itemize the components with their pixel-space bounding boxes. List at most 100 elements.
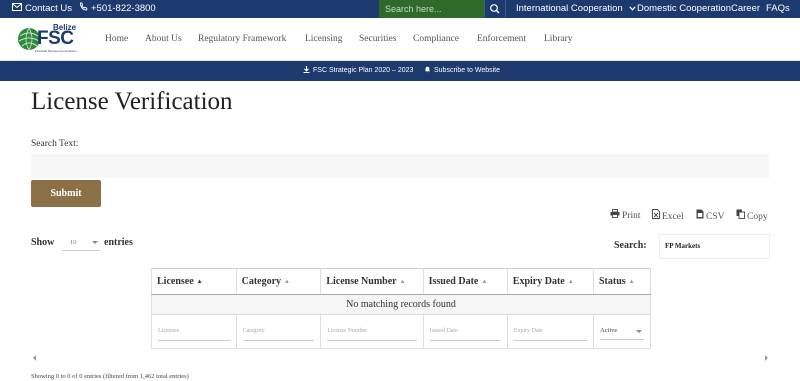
table-search-input[interactable]: FP Markets — [659, 234, 770, 259]
table-search-label: Search: — [614, 240, 647, 251]
column-header-expiry-date[interactable]: Expiry Date ▲ — [506, 268, 594, 295]
entries-length-value: 10 — [70, 239, 77, 246]
filter-licensee-input[interactable]: Licensee — [158, 323, 230, 341]
print-button[interactable]: Print — [610, 209, 640, 221]
filter-license-number-input[interactable]: License Number — [327, 323, 417, 341]
sort-icon: ▲ — [284, 278, 290, 285]
copy-icon — [736, 209, 745, 222]
nav-item-regulatory-framework[interactable]: Regulatory Framework — [198, 34, 286, 44]
faqs-link[interactable]: FAQs — [766, 0, 790, 18]
empty-message: No matching records found — [151, 294, 651, 315]
sort-icon: ▲ — [567, 278, 574, 285]
domestic-cooperation-link[interactable]: Domestic Cooperation — [637, 0, 731, 18]
main-nav: Belize FSC Financial Services Commission… — [0, 18, 800, 61]
print-label: Print — [622, 211, 641, 221]
show-label: Show — [31, 237, 55, 248]
csv-label: CSV — [706, 212, 725, 222]
horizontal-scrollbar[interactable] — [31, 355, 770, 361]
nav-item-securities[interactable]: Securities — [359, 34, 396, 44]
filter-issued-date-input[interactable]: Issued Date — [429, 323, 501, 341]
strategic-plan-label: FSC Strategic Plan 2020 – 2023 — [313, 67, 414, 74]
column-filter-row: Licensee Category License Number Issued … — [151, 314, 652, 349]
column-header-licensee[interactable]: Licensee ▲ — [151, 268, 237, 295]
nav-item-home[interactable]: Home — [105, 34, 128, 44]
phone-number: +501-822-3800 — [91, 3, 156, 14]
entries-length-select[interactable]: 10 — [62, 236, 100, 251]
top-bar: Contact Us +501-822-3800 International C… — [0, 0, 800, 18]
logo-tagline: Financial Services Commission — [35, 49, 77, 53]
scroll-left-icon[interactable] — [33, 355, 36, 361]
subscribe-label: Subscribe to Website — [434, 67, 501, 74]
scroll-right-icon[interactable] — [765, 355, 768, 361]
excel-file-icon — [652, 209, 660, 222]
column-header-status[interactable]: Status ▲ — [592, 268, 652, 295]
search-text-input[interactable] — [31, 154, 769, 178]
filter-status-select[interactable]: Active — [599, 324, 644, 340]
download-icon — [303, 62, 310, 82]
copy-label: Copy — [747, 212, 768, 222]
excel-button[interactable]: Excel — [652, 209, 684, 222]
bell-icon — [424, 62, 431, 82]
international-cooperation-menu[interactable]: International Cooperation — [516, 0, 636, 18]
fsc-logo[interactable]: Belize FSC Financial Services Commission — [16, 23, 84, 56]
column-label: Licensee — [157, 276, 194, 287]
contact-link[interactable]: Contact Us — [12, 0, 72, 18]
column-label: Issued Date — [428, 276, 479, 287]
strategic-plan-link[interactable]: FSC Strategic Plan 2020 – 2023 — [303, 61, 413, 81]
csv-file-icon — [696, 209, 704, 222]
caret-down-icon — [92, 241, 98, 244]
faqs-label: FAQs — [766, 3, 790, 14]
filter-cell: Active — [592, 314, 652, 349]
column-label: License Number — [326, 276, 397, 287]
international-label: International Cooperation — [516, 3, 623, 14]
domestic-label: Domestic Cooperation — [637, 3, 731, 14]
nav-item-about-us[interactable]: About Us — [145, 34, 182, 44]
filter-cell: Expiry Date — [506, 314, 594, 349]
column-label: Status — [598, 276, 626, 287]
filter-cell: Issued Date — [422, 314, 508, 349]
filter-cell: Category — [235, 314, 322, 349]
nav-item-library[interactable]: Library — [544, 34, 573, 44]
chevron-down-icon — [629, 0, 636, 18]
nav-item-enforcement[interactable]: Enforcement — [477, 34, 526, 44]
phone-icon — [79, 0, 88, 18]
printer-icon — [610, 209, 620, 221]
entries-label: entries — [104, 237, 133, 248]
copy-button[interactable]: Copy — [736, 209, 768, 222]
site-search — [379, 0, 484, 18]
search-text-label: Search Text: — [31, 139, 79, 149]
nav-item-compliance[interactable]: Compliance — [413, 34, 459, 44]
table-info: Showing 0 to 0 of 0 entries (filtered fr… — [31, 373, 189, 380]
contact-label: Contact Us — [25, 3, 72, 14]
caret-down-icon — [635, 329, 642, 333]
filter-cell: License Number — [320, 314, 424, 349]
announcement-bar: FSC Strategic Plan 2020 – 2023 Subscribe… — [0, 61, 800, 81]
career-link[interactable]: Career — [731, 0, 760, 18]
sort-icon: ▲ — [628, 278, 635, 285]
subscribe-link[interactable]: Subscribe to Website — [424, 61, 500, 81]
excel-label: Excel — [662, 212, 684, 222]
site-search-input[interactable] — [379, 0, 484, 18]
licence-table: Licensee ▲ Category ▲ License Number ▲ Issu… — [151, 268, 652, 349]
column-header-issued-date[interactable]: Issued Date ▲ — [422, 268, 508, 295]
sort-ascending-icon: ▲ — [196, 278, 203, 285]
filter-category-input[interactable]: Category — [242, 323, 315, 341]
topbar-divider — [505, 0, 506, 18]
column-header-category[interactable]: Category ▲ — [235, 268, 322, 295]
sort-icon: ▲ — [399, 278, 406, 285]
phone-link[interactable]: +501-822-3800 — [79, 0, 156, 18]
career-label: Career — [731, 3, 761, 14]
csv-button[interactable]: CSV — [696, 209, 724, 222]
nav-item-licensing[interactable]: Licensing — [305, 34, 342, 44]
logo-word-main: FSC — [37, 28, 74, 49]
site-search-button[interactable] — [484, 0, 504, 18]
filter-cell: Licensee — [151, 314, 237, 349]
column-label: Category — [241, 276, 282, 287]
submit-button[interactable]: Submit — [31, 180, 101, 207]
envelope-icon — [12, 0, 22, 18]
page-title: License Verification — [31, 88, 233, 115]
column-header-license-number[interactable]: License Number ▲ — [320, 268, 424, 295]
filter-expiry-date-input[interactable]: Expiry Date — [513, 323, 587, 341]
filter-status-value: Active — [599, 326, 618, 334]
column-label: Expiry Date — [512, 276, 565, 287]
